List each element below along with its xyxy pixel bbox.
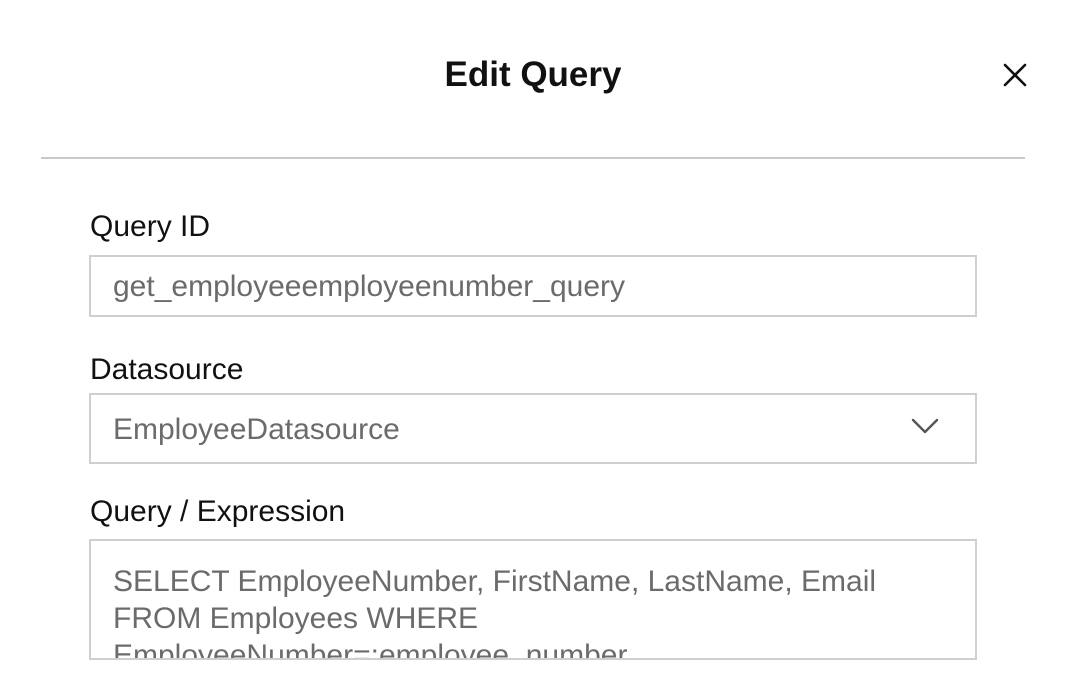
expression-value: SELECT EmployeeNumber, FirstName, LastNa… [113, 565, 877, 660]
datasource-label: Datasource [90, 353, 244, 386]
query-id-input[interactable]: get_employeeemployeenumber_query [89, 255, 977, 317]
dialog-title: Edit Query [444, 55, 622, 94]
query-id-value: get_employeeemployeenumber_query [113, 270, 625, 303]
chevron-down-icon [911, 418, 939, 434]
header-divider [41, 157, 1025, 159]
edit-query-dialog: Edit Query Query ID get_employeeemployee… [0, 0, 1066, 690]
query-id-label: Query ID [90, 210, 211, 243]
close-button[interactable] [996, 56, 1034, 94]
close-icon [1003, 63, 1027, 87]
datasource-select[interactable]: EmployeeDatasource [89, 393, 977, 464]
expression-label: Query / Expression [90, 495, 346, 528]
expression-textarea[interactable]: SELECT EmployeeNumber, FirstName, LastNa… [89, 539, 977, 660]
datasource-selected-value: EmployeeDatasource [113, 413, 400, 446]
